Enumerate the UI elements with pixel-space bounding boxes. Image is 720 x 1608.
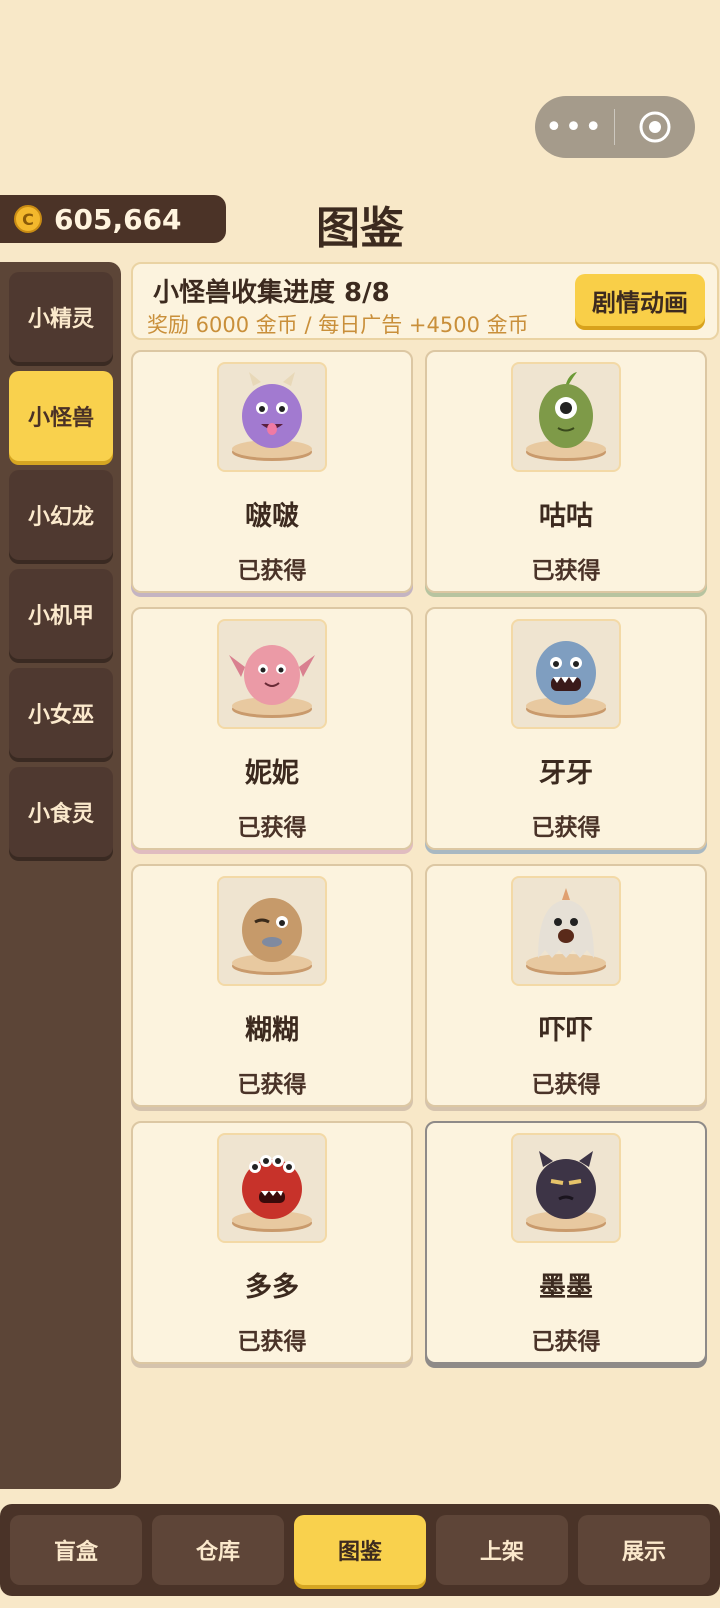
monster-image xyxy=(511,619,621,729)
monster-card[interactable]: 墨墨 已获得 xyxy=(425,1121,707,1364)
monster-card[interactable]: 吓吓 已获得 xyxy=(425,864,707,1107)
monster-name: 啵啵 xyxy=(245,501,299,532)
monster-status: 已获得 xyxy=(531,815,601,841)
target-circle-icon[interactable] xyxy=(615,96,695,158)
monster-card[interactable]: 咕咕 已获得 xyxy=(425,350,707,593)
monster-status: 已获得 xyxy=(237,815,307,841)
sidebar-item-nvwu[interactable]: 小女巫 xyxy=(9,668,113,758)
page-title: 图鉴 xyxy=(316,203,404,254)
monster-status: 已获得 xyxy=(237,1072,307,1098)
more-dots-icon[interactable]: ••• xyxy=(535,96,614,158)
monster-image xyxy=(511,876,621,986)
coin-icon: C xyxy=(14,205,42,233)
coin-amount: 605,664 xyxy=(54,202,182,236)
sidebar-item-huanlong[interactable]: 小幻龙 xyxy=(9,470,113,560)
miniprogram-capsule: ••• xyxy=(535,96,695,158)
monster-name: 咕咕 xyxy=(539,501,593,532)
monster-name: 妮妮 xyxy=(245,758,299,789)
monster-card[interactable]: 糊糊 已获得 xyxy=(131,864,413,1107)
nav-display[interactable]: 展示 xyxy=(578,1515,710,1585)
nav-warehouse[interactable]: 仓库 xyxy=(152,1515,284,1585)
coin-balance: C 605,664 xyxy=(0,195,226,243)
monster-status: 已获得 xyxy=(531,1329,601,1355)
monster-status: 已获得 xyxy=(531,558,601,584)
monster-image xyxy=(217,876,327,986)
category-sidebar: 小精灵 小怪兽 小幻龙 小机甲 小女巫 小食灵 xyxy=(0,262,121,1489)
monster-name: 牙牙 xyxy=(539,758,593,789)
nav-blindbox[interactable]: 盲盒 xyxy=(10,1515,142,1585)
monster-status: 已获得 xyxy=(531,1072,601,1098)
sidebar-item-jingling[interactable]: 小精灵 xyxy=(9,272,113,362)
collection-progress: 小怪兽收集进度 8/8 xyxy=(153,278,390,308)
monster-image xyxy=(511,362,621,472)
monster-card[interactable]: 多多 已获得 xyxy=(131,1121,413,1364)
monster-image xyxy=(217,619,327,729)
monster-status: 已获得 xyxy=(237,558,307,584)
monster-card[interactable]: 妮妮 已获得 xyxy=(131,607,413,850)
monster-name: 吓吓 xyxy=(539,1015,593,1046)
monster-card[interactable]: 啵啵 已获得 xyxy=(131,350,413,593)
bottom-navigation: 盲盒 仓库 图鉴 上架 展示 xyxy=(0,1504,720,1596)
monster-card[interactable]: 牙牙 已获得 xyxy=(425,607,707,850)
monster-image xyxy=(217,1133,327,1243)
collection-progress-banner: 小怪兽收集进度 8/8 奖励 6000 金币 / 每日广告 +4500 金币 剧… xyxy=(131,262,719,340)
reward-text: 奖励 6000 金币 / 每日广告 +4500 金币 xyxy=(147,313,529,337)
sidebar-item-guaishou[interactable]: 小怪兽 xyxy=(9,371,113,461)
sidebar-item-shiling[interactable]: 小食灵 xyxy=(9,767,113,857)
monster-name: 糊糊 xyxy=(245,1015,299,1046)
nav-collection[interactable]: 图鉴 xyxy=(294,1515,426,1585)
story-animation-button[interactable]: 剧情动画 xyxy=(575,274,705,326)
monster-name: 墨墨 xyxy=(539,1272,593,1303)
sidebar-item-jijia[interactable]: 小机甲 xyxy=(9,569,113,659)
monster-grid: 啵啵 已获得 咕咕 已获得 妮妮 已获得 牙牙 已获得 糊糊 已获得 吓吓 已获… xyxy=(131,350,709,1364)
monster-status: 已获得 xyxy=(237,1329,307,1355)
nav-listing[interactable]: 上架 xyxy=(436,1515,568,1585)
monster-image xyxy=(511,1133,621,1243)
monster-name: 多多 xyxy=(245,1272,299,1303)
monster-image xyxy=(217,362,327,472)
